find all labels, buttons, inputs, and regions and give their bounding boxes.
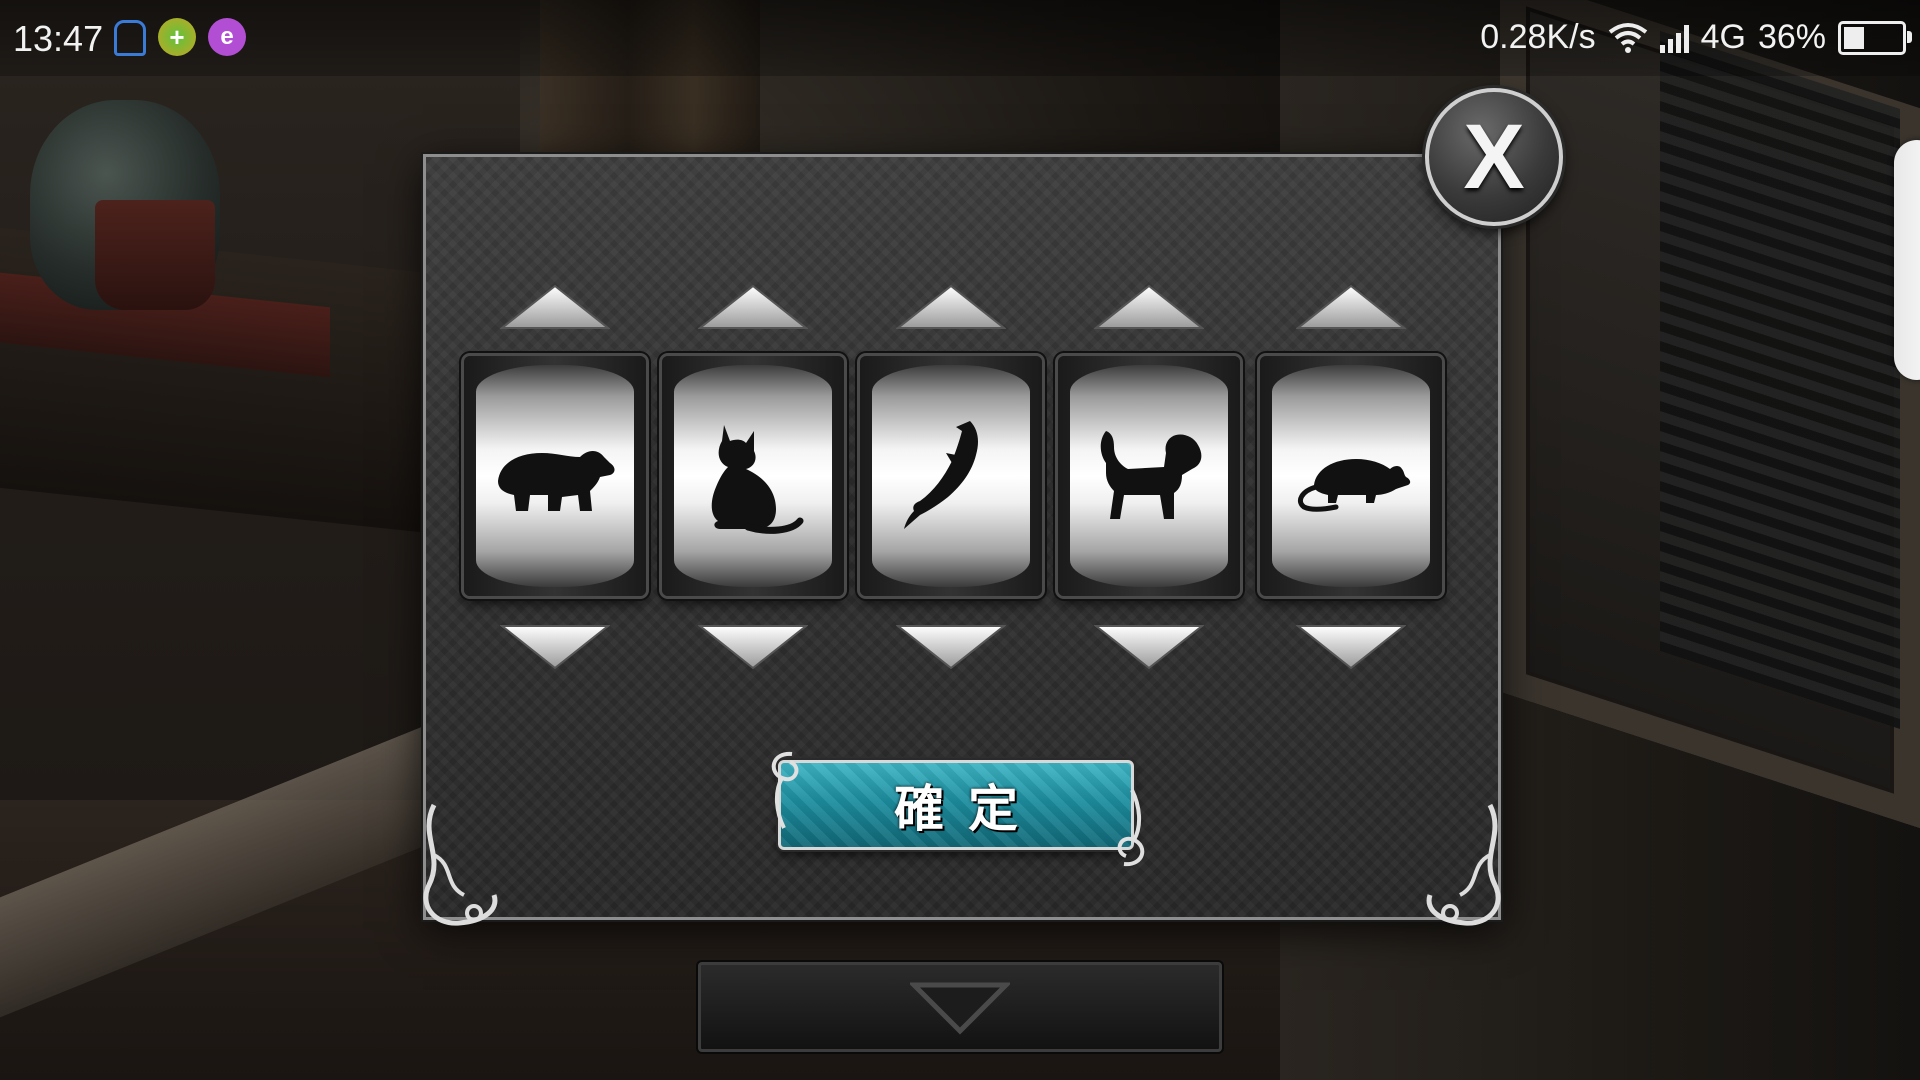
battery-icon — [1838, 20, 1912, 55]
rat-icon — [1298, 459, 1411, 512]
reel-1-face — [476, 365, 634, 587]
notification-bell-icon — [114, 20, 146, 56]
room-shutter — [1660, 31, 1900, 729]
reel-1-up-arrow-icon[interactable] — [500, 284, 610, 332]
reel-column-3 — [860, 280, 1042, 680]
close-button[interactable]: X — [1425, 88, 1563, 226]
reel-3-up-arrow-icon[interactable] — [896, 284, 1006, 332]
network-type: 4G — [1700, 18, 1746, 56]
reel-1-down-arrow-icon[interactable] — [500, 622, 610, 670]
reel-2[interactable] — [662, 356, 844, 596]
status-right-group: 0.28K/s 4G 36% — [1480, 18, 1912, 57]
corner-ornament-icon — [423, 803, 498, 926]
reel-4-down-arrow-icon[interactable] — [1094, 622, 1204, 670]
reel-5[interactable] — [1260, 356, 1442, 596]
bottom-collapse-button[interactable] — [698, 962, 1222, 1052]
reel-3-down-arrow-icon[interactable] — [896, 622, 1006, 670]
network-speed: 0.28K/s — [1480, 18, 1596, 56]
button-ornament-icon — [771, 751, 799, 829]
reel-column-1 — [464, 280, 646, 680]
close-icon: X — [1463, 106, 1525, 208]
button-ornament-icon — [1117, 789, 1145, 867]
reel-4-face — [1070, 365, 1228, 587]
reel-5-down-arrow-icon[interactable] — [1296, 622, 1406, 670]
reel-4[interactable] — [1058, 356, 1240, 596]
status-bar: 13:47 + e 0.28K/s 4G 36% — [0, 0, 1920, 76]
reel-group — [464, 280, 1454, 680]
reel-2-down-arrow-icon[interactable] — [698, 622, 808, 670]
reel-column-4 — [1058, 280, 1240, 680]
reel-2-face — [674, 365, 832, 587]
battery-fill — [1844, 26, 1864, 49]
chevron-down-icon — [910, 982, 1010, 1035]
corner-ornament-icon — [1426, 803, 1501, 926]
edge-panel-handle[interactable] — [1894, 140, 1920, 380]
confirm-button-label: 確定 — [894, 780, 1042, 838]
reel-3[interactable] — [860, 356, 1042, 596]
browser-e-icon: e — [208, 18, 246, 56]
bear-icon — [498, 451, 615, 511]
cat-icon — [711, 425, 804, 534]
confirm-button[interactable]: 確定 — [778, 760, 1134, 850]
reel-column-5 — [1260, 280, 1442, 680]
reel-5-face — [1272, 365, 1430, 587]
wifi-icon — [1608, 22, 1647, 53]
reel-4-up-arrow-icon[interactable] — [1094, 284, 1204, 332]
reel-2-up-arrow-icon[interactable] — [698, 284, 808, 332]
status-app-icons: + e — [114, 18, 246, 56]
reel-5-up-arrow-icon[interactable] — [1296, 284, 1406, 332]
reel-1[interactable] — [464, 356, 646, 596]
signal-strength-icon — [1659, 23, 1689, 53]
battery-percent: 36% — [1757, 18, 1826, 56]
reel-3-face — [872, 365, 1030, 587]
reel-column-2 — [662, 280, 844, 680]
dog-icon — [1100, 431, 1202, 519]
plus-circle-icon: + — [158, 18, 196, 56]
fish-icon — [904, 421, 978, 529]
status-time: 13:47 — [13, 18, 104, 59]
room-cup — [95, 200, 215, 310]
